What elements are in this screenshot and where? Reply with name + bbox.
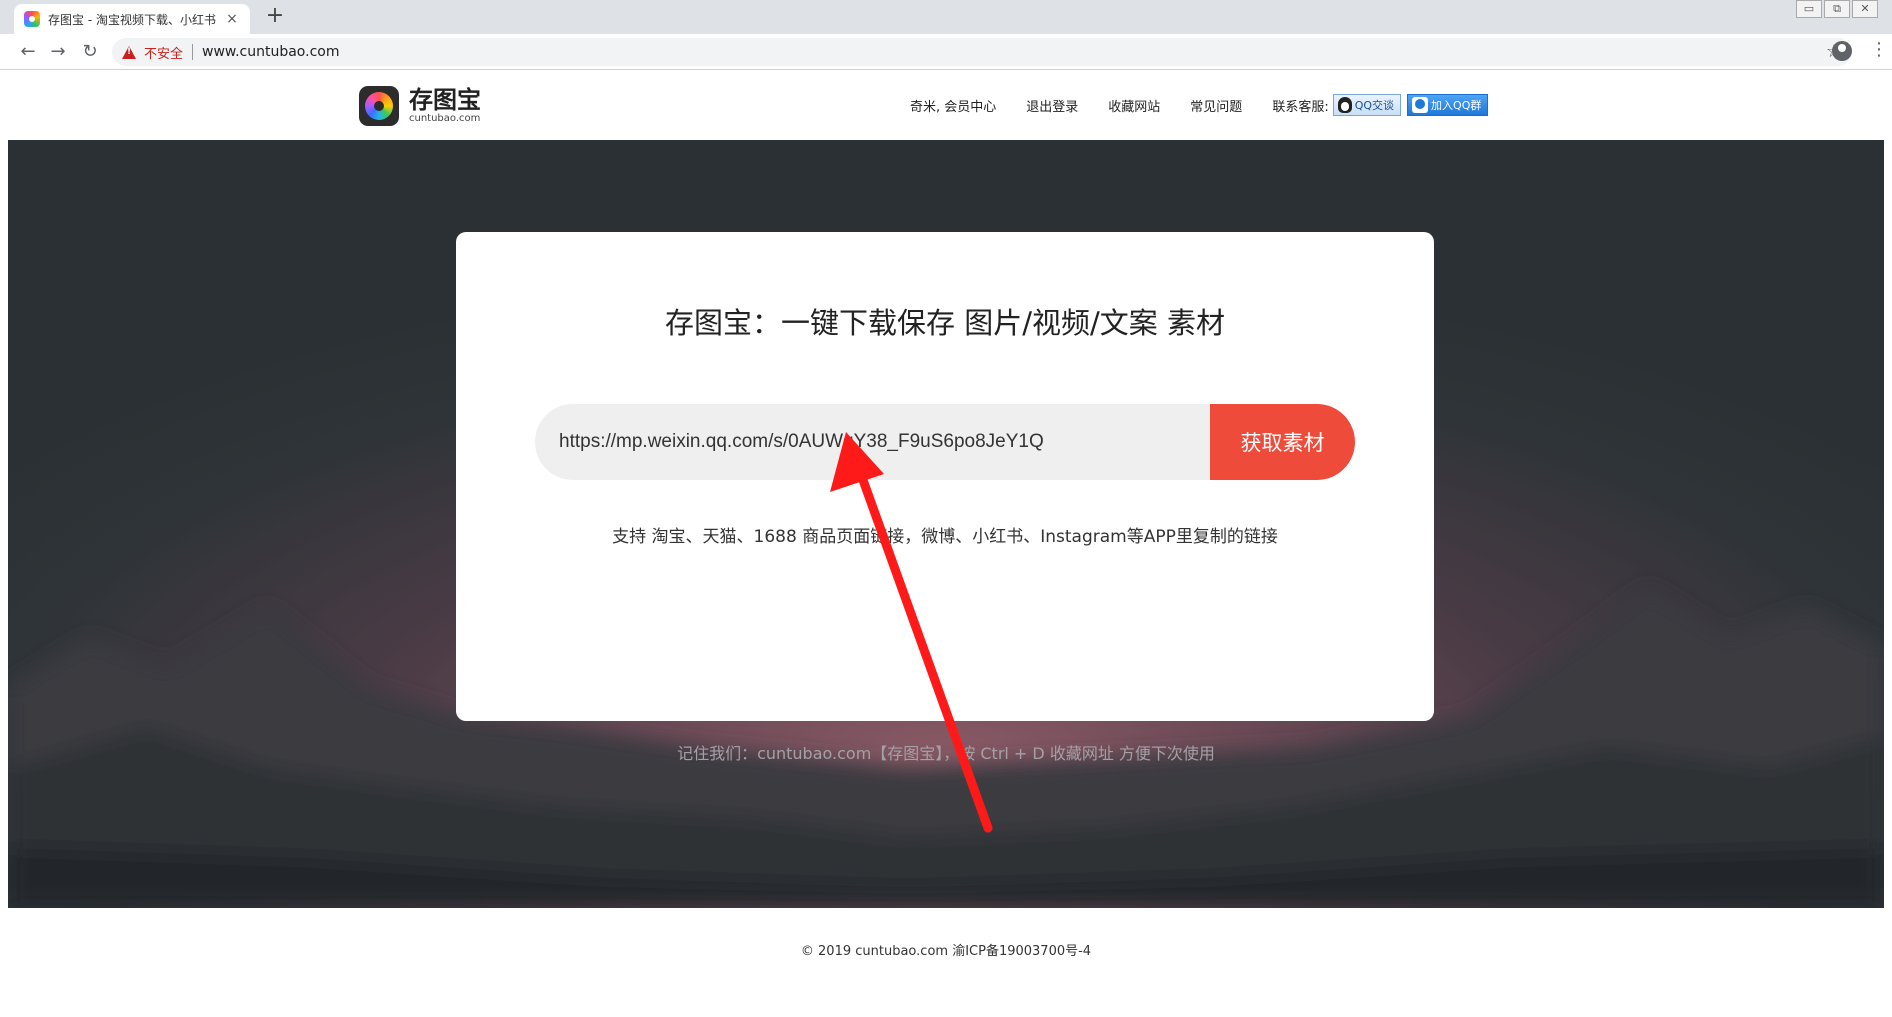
site-footer: © 2019 cuntubao.com 渝ICP备19003700号-4: [800, 944, 1092, 959]
logo-domain: cuntubao.com: [409, 113, 481, 124]
site-favicon-icon: [24, 11, 40, 27]
contact-label: 联系客服:: [1272, 99, 1329, 115]
link-input[interactable]: [535, 404, 1235, 480]
nav-user-center[interactable]: 奇米, 会员中心: [910, 96, 996, 115]
reload-icon[interactable]: ↻: [78, 40, 102, 64]
logo-name: 存图宝: [409, 86, 481, 114]
search-card: 存图宝：一键下载保存 图片/视频/文案 素材 获取素材 支持 淘宝、天猫、168…: [456, 232, 1434, 721]
close-window-button[interactable]: ✕: [1852, 0, 1878, 18]
address-bar[interactable]: 不安全 www.cuntubao.com ☆: [112, 38, 1852, 66]
browser-tab[interactable]: 存图宝 - 淘宝视频下载、小红书 ×: [14, 4, 250, 34]
window-controls: ▭ ⧉ ✕: [1796, 0, 1878, 18]
browser-menu-icon[interactable]: ⋮: [1870, 39, 1888, 60]
site-nav: 奇米, 会员中心 退出登录 收藏网站 常见问题 联系客服: QQ交谈 加入QQ群: [910, 94, 1489, 116]
not-secure-label[interactable]: 不安全: [144, 43, 183, 62]
minimize-button[interactable]: ▭: [1796, 0, 1822, 18]
fetch-material-button[interactable]: 获取素材: [1210, 404, 1355, 480]
new-tab-button[interactable]: +: [262, 4, 288, 30]
qq-penguin-icon: [1337, 97, 1352, 113]
qq-chat-label: QQ交谈: [1354, 99, 1395, 112]
site-logo[interactable]: 存图宝 cuntubao.com: [359, 86, 481, 126]
logo-flower-icon: [359, 86, 399, 126]
site-header: 存图宝 cuntubao.com 奇米, 会员中心 退出登录 收藏网站 常见问题…: [8, 70, 1884, 140]
nav-logout[interactable]: 退出登录: [1026, 96, 1078, 115]
join-qq-group-label: 加入QQ群: [1431, 99, 1482, 112]
nav-bookmark-site[interactable]: 收藏网站: [1108, 96, 1160, 115]
bookmark-hint-text: 记住我们：cuntubao.com【存图宝】，按 Ctrl + D 收藏网址 方…: [677, 744, 1215, 763]
search-bar: 获取素材: [535, 404, 1355, 480]
tab-title: 存图宝 - 淘宝视频下载、小红书: [48, 12, 216, 27]
card-title: 存图宝：一键下载保存 图片/视频/文案 素材: [665, 306, 1225, 340]
join-qq-group-button[interactable]: 加入QQ群: [1407, 94, 1489, 116]
nav-faq[interactable]: 常见问题: [1190, 96, 1242, 115]
back-arrow-icon[interactable]: ←: [16, 40, 40, 64]
url-text[interactable]: www.cuntubao.com: [202, 44, 339, 60]
forward-arrow-icon[interactable]: →: [46, 40, 70, 64]
restore-button[interactable]: ⧉: [1824, 0, 1850, 18]
warning-icon: [122, 45, 136, 59]
supported-sites-text: 支持 淘宝、天猫、1688 商品页面链接，微博、小红书、Instagram等AP…: [612, 527, 1278, 547]
profile-avatar-icon[interactable]: [1832, 41, 1852, 61]
hero-section: 存图宝：一键下载保存 图片/视频/文案 素材 获取素材 支持 淘宝、天猫、168…: [8, 140, 1884, 908]
browser-tab-bar: 存图宝 - 淘宝视频下载、小红书 × + ▭ ⧉ ✕: [0, 0, 1892, 34]
browser-toolbar: ← → ↻ 不安全 www.cuntubao.com ☆ ⋮: [0, 34, 1892, 70]
address-divider: [192, 44, 194, 60]
close-tab-icon[interactable]: ×: [224, 11, 240, 27]
group-icon: [1412, 97, 1429, 113]
qq-chat-button[interactable]: QQ交谈: [1332, 94, 1402, 116]
